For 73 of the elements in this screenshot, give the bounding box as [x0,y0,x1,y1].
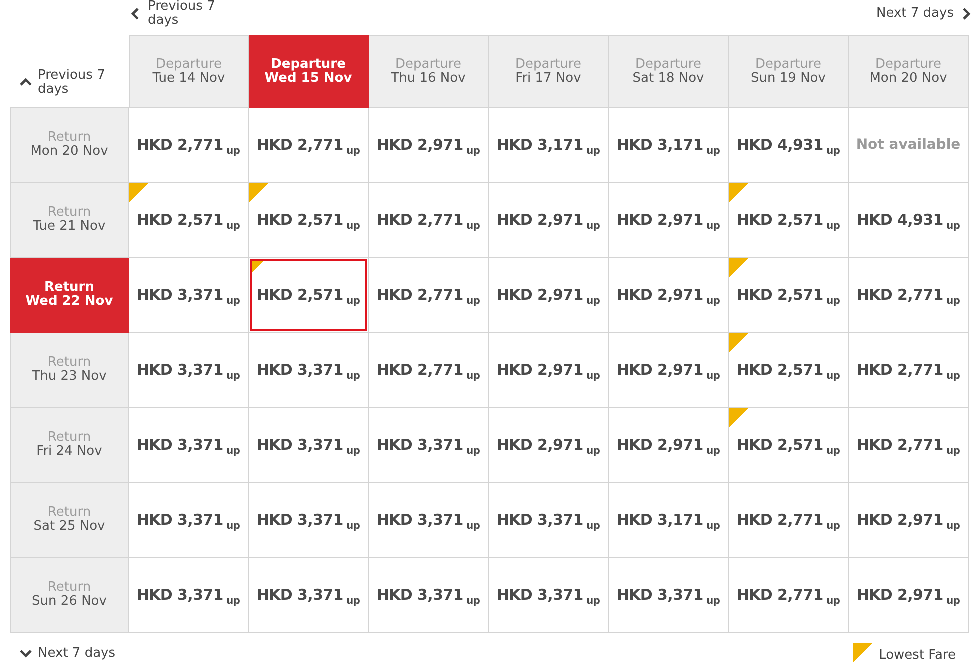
departure-date-tab[interactable]: Departure Thu 16 Nov [369,35,489,108]
fare-cell[interactable]: HKD 3,371 $_{up}$ [129,258,248,332]
fare-cell[interactable]: HKD 2,771 $_{up}$ [369,183,488,257]
fare-cell[interactable]: HKD 3,171 $_{up}$ [489,108,608,182]
return-date-tab[interactable]: Return Thu 23 Nov [10,333,129,408]
fare-cell[interactable]: HKD 2,771 $_{up}$ [369,333,488,407]
next-departures-link[interactable]: Next 7 days [876,6,972,21]
return-date-tab[interactable]: Return Tue 21 Nov [10,183,129,258]
fare-cell[interactable]: HKD 2,971 $_{up}$ [849,558,968,632]
fare-cell[interactable]: HKD 2,971 $_{up}$ [489,408,608,482]
fare-cell[interactable]: HKD 3,371 $_{up}$ [489,558,608,632]
fare-cell[interactable]: HKD 2,971 $_{up}$ [849,483,968,557]
fare-cell[interactable]: HKD 2,571 $_{up}$ [729,333,848,407]
fare-cell[interactable]: HKD 3,371 $_{up}$ [129,408,248,482]
fare-cell[interactable]: HKD 2,971 $_{up}$ [489,333,608,407]
return-date-tab[interactable]: Return Sun 26 Nov [10,558,129,633]
fare-cell[interactable]: HKD 2,771 $_{up}$ [849,408,968,482]
return-date-tab[interactable]: Return Wed 22 Nov [10,258,129,333]
fare-cell[interactable]: HKD 2,971 $_{up}$ [609,333,728,407]
fare-cell[interactable]: HKD 2,771 $_{up}$ [369,258,488,332]
fare-cell[interactable]: HKD 2,971 $_{up}$ [489,183,608,257]
fare-cell[interactable]: HKD 3,371 $_{up}$ [369,558,488,632]
fare-cell[interactable]: HKD 3,371 $_{up}$ [249,483,368,557]
fare-cell[interactable]: HKD 2,771 $_{up}$ [249,108,368,182]
fare-cell[interactable]: HKD 2,971 $_{up}$ [609,183,728,257]
fare-cell[interactable]: HKD 2,571 $_{up}$ [129,183,248,257]
fare-cell[interactable]: HKD 2,971 $_{up}$ [489,258,608,332]
fare-cell[interactable]: HKD 2,771 $_{up}$ [729,483,848,557]
return-date-tab[interactable]: Return Fri 24 Nov [10,408,129,483]
fare-cell[interactable]: HKD 3,371 $_{up}$ [129,333,248,407]
lowest-fare-icon [252,261,264,273]
previous-returns-link[interactable]: Previous 7 days [20,69,110,97]
chevron-right-icon [960,8,972,20]
fare-cell[interactable]: HKD 2,571 $_{up}$ [729,408,848,482]
departure-date-tab[interactable]: Departure Sun 19 Nov [729,35,849,108]
fare-cell[interactable]: HKD 2,971 $_{up}$ [369,108,488,182]
unavailable-cell-text: Not available [855,136,962,155]
previous-departures-link[interactable]: Previous 7 days [130,0,220,28]
lowest-fare-icon [853,643,874,663]
departure-date-tab[interactable]: Departure Fri 17 Nov [489,35,609,108]
fare-cell[interactable]: HKD 3,371 $_{up}$ [129,558,248,632]
fare-cell[interactable]: HKD 2,771 $_{up}$ [729,558,848,632]
fare-cell[interactable]: HKD 3,371 $_{up}$ [369,408,488,482]
departure-date-tab[interactable]: Departure Mon 20 Nov [849,35,969,108]
fare-cell[interactable]: HKD 3,371 $_{up}$ [609,558,728,632]
fare-cell[interactable]: HKD 2,571 $_{up}$ [729,183,848,257]
fare-cell[interactable]: HKD 2,771 $_{up}$ [849,258,968,332]
return-date-tab[interactable]: Return Mon 20 Nov [10,108,129,183]
return-date-tab[interactable]: Return Sat 25 Nov [10,483,129,558]
departure-date-tab[interactable]: Departure Tue 14 Nov [129,35,249,108]
fare-cell[interactable]: HKD 3,371 $_{up}$ [249,558,368,632]
departure-date-tab[interactable]: Departure Sat 18 Nov [609,35,729,108]
fare-cell[interactable]: HKD 4,931 $_{up}$ [729,108,848,182]
fare-cell[interactable]: HKD 3,371 $_{up}$ [249,408,368,482]
chevron-down-icon [20,647,32,659]
fare-cell[interactable]: HKD 3,171 $_{up}$ [609,108,728,182]
legend-label: Lowest Fare [879,648,956,663]
fare-cell[interactable]: HKD 2,971 $_{up}$ [609,408,728,482]
departure-date-tab[interactable]: Departure Wed 15 Nov [249,35,369,108]
fare-cell[interactable]: HKD 2,771 $_{up}$ [129,108,248,182]
fare-cell[interactable]: HKD 3,371 $_{up}$ [249,333,368,407]
fare-cell[interactable]: HKD 3,371 $_{up}$ [489,483,608,557]
fare-cell[interactable]: HKD 2,571 $_{up}$ [249,183,368,257]
fare-cell[interactable]: HKD 2,571 $_{up}$ [729,258,848,332]
chevron-left-icon [130,8,142,20]
fare-cell[interactable]: HKD 2,771 $_{up}$ [849,333,968,407]
fare-cell[interactable]: HKD 3,371 $_{up}$ [129,483,248,557]
next-returns-link[interactable]: Next 7 days [20,646,116,660]
fare-cell[interactable]: HKD 3,171 $_{up}$ [609,483,728,557]
fare-cell[interactable]: HKD 4,931 $_{up}$ [849,183,968,257]
selected-fare-cell[interactable]: HKD 2,571 $_{up}$ [250,259,367,331]
fare-cell[interactable]: HKD 2,971 $_{up}$ [609,258,728,332]
fare-cell[interactable]: HKD 3,371 $_{up}$ [369,483,488,557]
